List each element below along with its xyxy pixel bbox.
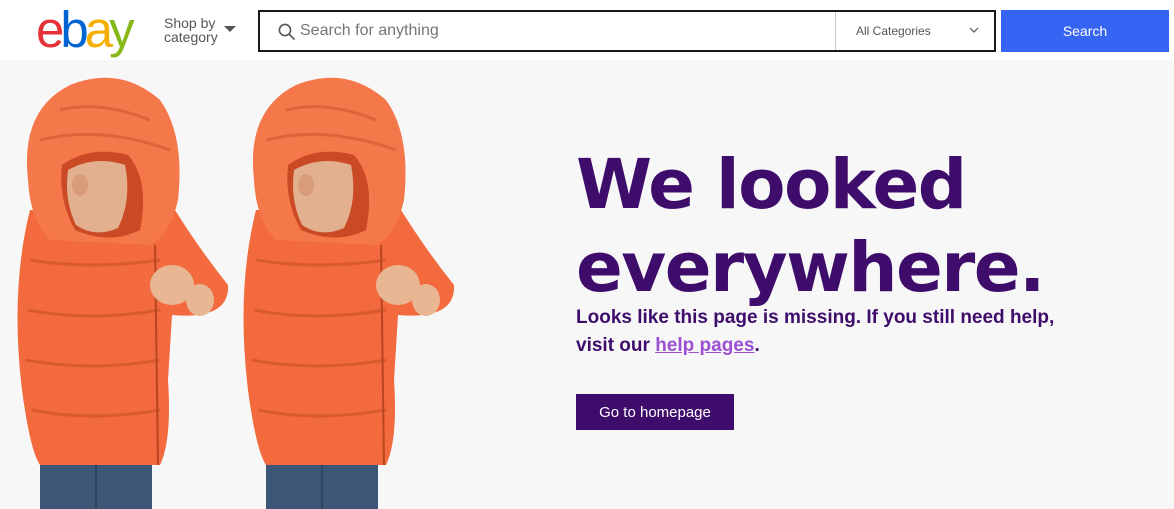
chevron-down-icon bbox=[969, 27, 979, 33]
error-page-content: We looked everywhere. Looks like this pa… bbox=[0, 60, 1174, 509]
error-message-line2: visit our bbox=[576, 335, 650, 356]
search-input[interactable] bbox=[300, 12, 830, 50]
category-select[interactable]: All Categories bbox=[835, 12, 995, 50]
error-message: Looks like this page is missing. If you … bbox=[576, 304, 1096, 360]
logo-letter-e: e bbox=[36, 1, 64, 58]
logo-letter-y: y bbox=[109, 1, 134, 58]
go-to-homepage-button[interactable]: Go to homepage bbox=[576, 394, 734, 430]
logo-letter-a: a bbox=[84, 1, 113, 58]
kid-in-orange-jacket-image bbox=[243, 77, 455, 509]
search-bar: All Categories bbox=[258, 10, 996, 52]
shop-by-label-line2: category bbox=[164, 29, 218, 45]
kid-in-orange-jacket-image bbox=[17, 77, 229, 509]
ebay-logo[interactable]: ebay bbox=[36, 1, 135, 58]
logo-letter-b: b bbox=[60, 1, 88, 58]
shop-by-label-line1: Shop by bbox=[164, 15, 216, 31]
help-pages-link[interactable]: help pages bbox=[655, 335, 754, 356]
page-title: We looked everywhere. bbox=[576, 144, 1136, 310]
site-header: ebay Shop by category All Categories Sea… bbox=[0, 0, 1174, 60]
page-title-line2: everywhere. bbox=[576, 228, 1045, 308]
caret-down-icon bbox=[224, 26, 236, 32]
page-title-line1: We looked bbox=[576, 145, 967, 225]
search-icon bbox=[278, 23, 295, 40]
error-message-period: . bbox=[754, 335, 760, 356]
error-message-line1: Looks like this page is missing. If you … bbox=[576, 307, 1055, 328]
search-button[interactable]: Search bbox=[1001, 10, 1169, 52]
category-select-value: All Categories bbox=[856, 24, 931, 38]
shop-by-category-button[interactable]: Shop by category bbox=[164, 15, 236, 45]
